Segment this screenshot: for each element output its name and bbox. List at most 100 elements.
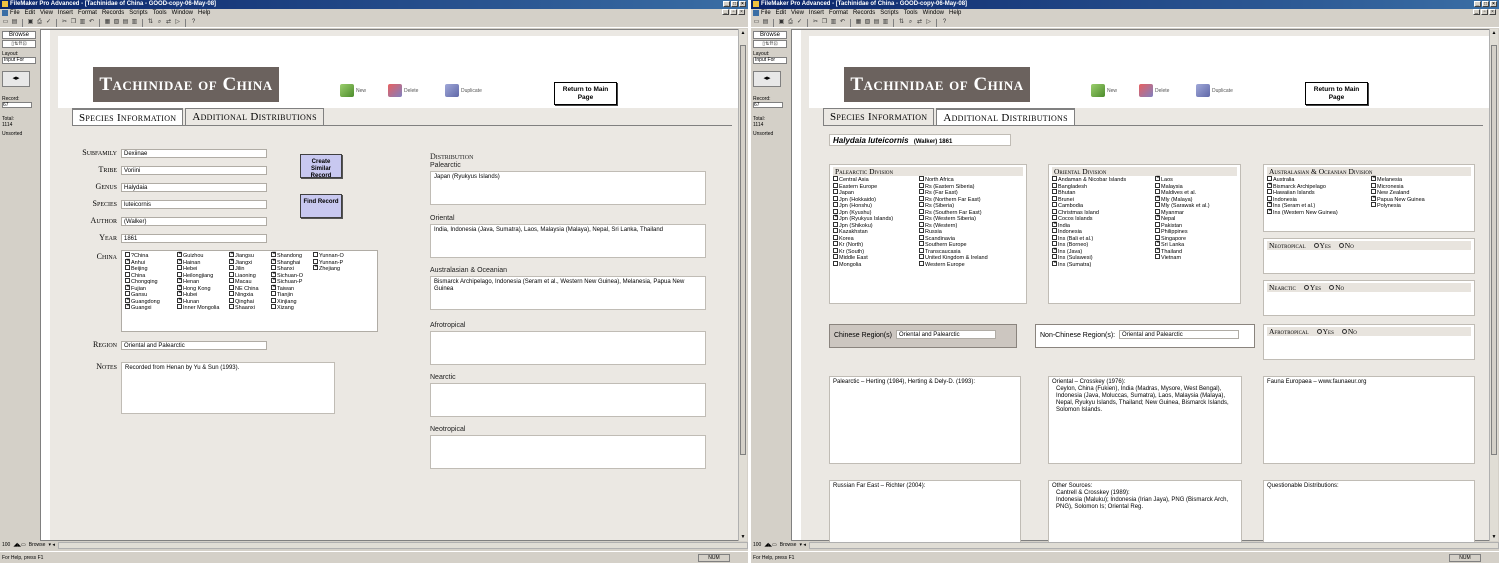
checkbox-icon[interactable] (1155, 234, 1160, 240)
checkbox-icon[interactable] (919, 247, 924, 253)
menu-file[interactable]: File (10, 9, 20, 18)
checkbox-icon[interactable] (919, 254, 924, 260)
checkbox-icon[interactable] (229, 304, 234, 310)
author-field[interactable]: (Walker) (121, 217, 267, 226)
checkbox-icon[interactable] (313, 252, 318, 258)
australasian-region-item[interactable]: Ins (Western New Guinea) (1267, 208, 1371, 217)
horizontal-scrollbar[interactable] (808, 542, 1499, 549)
checkbox-icon[interactable] (177, 265, 182, 271)
checkbox-icon[interactable] (1155, 202, 1160, 208)
checked-checkbox-icon[interactable] (271, 271, 276, 277)
scroll-up-arrow-icon[interactable]: ▲ (1490, 29, 1498, 37)
zoom-level[interactable]: 100 (2, 541, 10, 550)
close-button[interactable]: × (1490, 1, 1497, 7)
scroll-up-arrow-icon[interactable]: ▲ (739, 29, 747, 37)
scroll-thumb[interactable] (1491, 45, 1497, 455)
checked-checkbox-icon[interactable] (229, 252, 234, 258)
checkbox-icon[interactable] (1267, 195, 1272, 201)
find-record-button[interactable]: Find Record (300, 194, 342, 218)
year-field[interactable]: 1861 (121, 234, 267, 243)
checked-checkbox-icon[interactable] (125, 297, 130, 303)
zoom-level[interactable]: 100 (753, 541, 761, 550)
checkbox-icon[interactable] (125, 265, 130, 271)
minimize-button[interactable]: _ (1474, 1, 1481, 7)
checkbox-icon[interactable] (833, 208, 838, 214)
palearctic-region-item[interactable]: Western Europe (919, 260, 1027, 269)
paste-icon[interactable]: ▥ (830, 19, 837, 26)
doc-close-button[interactable]: × (738, 9, 745, 15)
menu-view[interactable]: View (791, 9, 804, 18)
zoom-icons[interactable]: ◢◣▭ (13, 541, 25, 550)
checkbox-icon[interactable] (919, 241, 924, 247)
checked-checkbox-icon[interactable] (1267, 202, 1272, 208)
tab-additional-distributions[interactable]: Additional Distributions (936, 108, 1075, 125)
distribution-region-field[interactable]: India, Indonesia (Java, Sumatra), Laos, … (430, 224, 706, 258)
checkbox-icon[interactable] (1052, 189, 1057, 195)
book-icons[interactable]: ▯⇅⇈⊡ (753, 40, 787, 48)
checkbox-icon[interactable] (833, 182, 838, 188)
questionable-notes[interactable]: Questionable Distributions: (1263, 480, 1475, 546)
china-province-item[interactable]: Guangxi (125, 304, 177, 312)
checked-checkbox-icon[interactable] (177, 291, 182, 297)
create-similar-record-button[interactable]: Create Similar Record (300, 154, 342, 179)
neotropical-no-radio[interactable]: No (1338, 242, 1354, 249)
open-icon[interactable]: ▤ (11, 19, 18, 26)
russian-notes[interactable]: Russian Far East – Richter (2004): (829, 480, 1021, 546)
minimize-button[interactable]: _ (723, 1, 730, 7)
scroll-left-icon[interactable]: ▾ ◂ (48, 541, 54, 550)
chinese-region-field[interactable]: Oriental and Palearctic (895, 330, 996, 339)
menu-edit[interactable]: Edit (776, 9, 786, 18)
afrotropical-yes-radio[interactable]: Yes (1316, 328, 1334, 335)
checkbox-icon[interactable] (1155, 182, 1160, 188)
checked-checkbox-icon[interactable] (1371, 176, 1376, 182)
doc-minimize-button[interactable]: _ (722, 9, 729, 15)
checked-checkbox-icon[interactable] (1155, 176, 1160, 182)
checkbox-icon[interactable] (125, 271, 130, 277)
maximize-button[interactable]: □ (731, 1, 738, 7)
palearctic-region-item[interactable]: Mongolia (833, 260, 919, 269)
checkbox-icon[interactable] (271, 297, 276, 303)
checked-checkbox-icon[interactable] (125, 284, 130, 290)
distribution-region-field[interactable]: Japan (Ryukyus Islands) (430, 171, 706, 205)
checkbox-icon[interactable] (271, 291, 276, 297)
menu-file[interactable]: File (761, 9, 771, 18)
checkbox-icon[interactable] (833, 260, 838, 266)
print-icon[interactable]: ⎙ (36, 19, 43, 26)
checked-checkbox-icon[interactable] (271, 284, 276, 290)
checkbox-icon[interactable] (833, 195, 838, 201)
checkbox-icon[interactable] (919, 208, 924, 214)
new-file-icon[interactable]: ▭ (753, 19, 760, 26)
mode-popup[interactable]: Browse (780, 541, 797, 550)
help-icon[interactable]: ? (190, 19, 197, 26)
save-icon[interactable]: ▣ (778, 19, 785, 26)
checkbox-icon[interactable] (1052, 254, 1057, 260)
checkbox-icon[interactable] (919, 234, 924, 240)
checkbox-icon[interactable] (919, 176, 924, 182)
new-record-button[interactable]: New (340, 84, 366, 97)
checkbox-icon[interactable] (1267, 176, 1272, 182)
menu-records[interactable]: Records (853, 9, 875, 18)
new-file-icon[interactable]: ▭ (2, 19, 9, 26)
checkbox-icon[interactable] (1052, 228, 1057, 234)
checked-checkbox-icon[interactable] (313, 265, 318, 271)
save-icon[interactable]: ▣ (27, 19, 34, 26)
doc-restore-button[interactable]: ▫ (1481, 9, 1488, 15)
menu-tools[interactable]: Tools (153, 9, 167, 18)
checkbox-icon[interactable] (1155, 221, 1160, 227)
chart-icon[interactable]: ▥ (131, 19, 138, 26)
doc-restore-button[interactable]: ▫ (730, 9, 737, 15)
checked-checkbox-icon[interactable] (1052, 221, 1057, 227)
checkbox-icon[interactable] (177, 271, 182, 277)
book-icons[interactable]: ▯⇅⇈⊡ (2, 40, 36, 48)
checked-checkbox-icon[interactable] (1155, 241, 1160, 247)
menu-window[interactable]: Window (172, 9, 193, 18)
checked-checkbox-icon[interactable] (1052, 260, 1057, 266)
checkbox-icon[interactable] (1052, 208, 1057, 214)
distribution-region-field[interactable] (430, 435, 706, 469)
checked-checkbox-icon[interactable] (177, 252, 182, 258)
checkbox-icon[interactable] (833, 254, 838, 260)
menu-records[interactable]: Records (102, 9, 124, 18)
checkbox-icon[interactable] (1052, 202, 1057, 208)
checkbox-icon[interactable] (919, 221, 924, 227)
mode-selector[interactable]: Browse (753, 31, 787, 39)
